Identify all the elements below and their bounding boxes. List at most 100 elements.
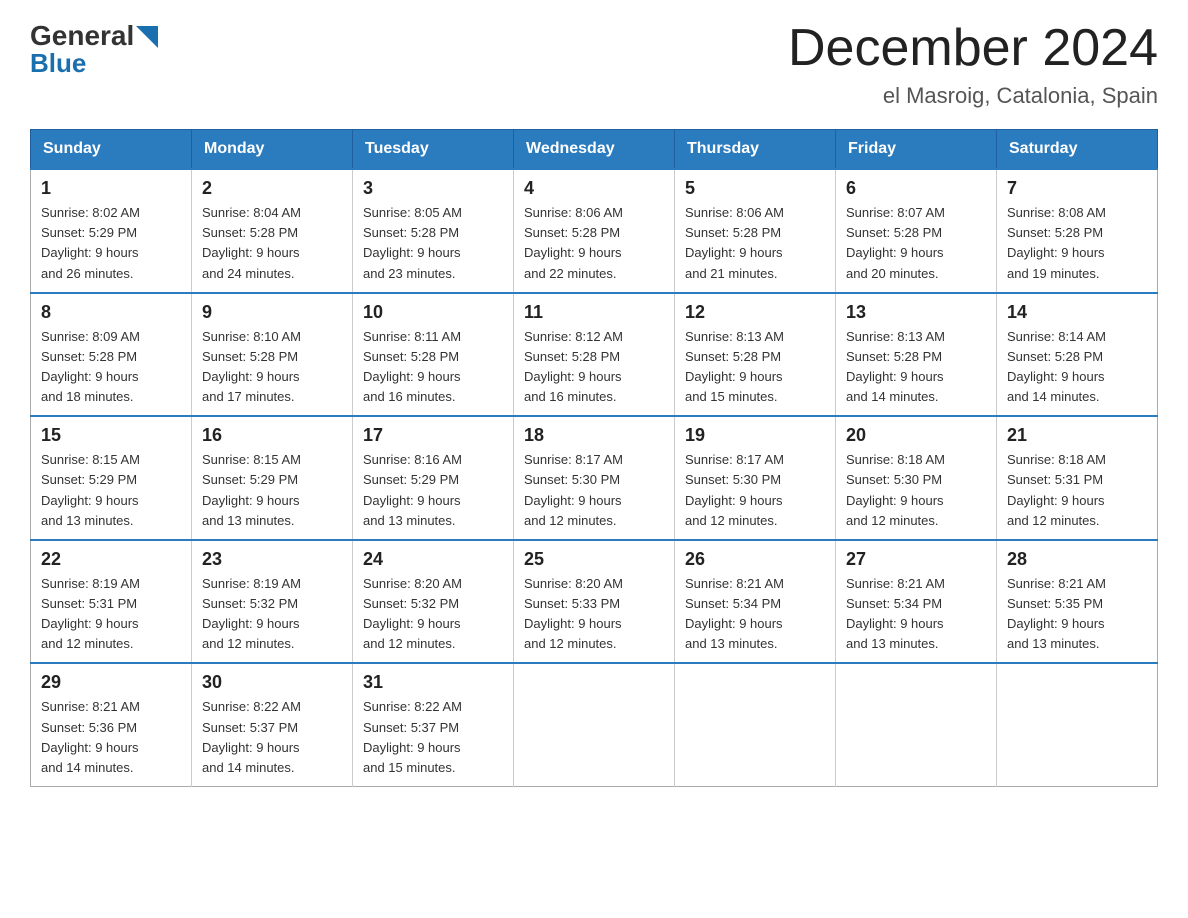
day-info: Sunrise: 8:20 AM Sunset: 5:32 PM Dayligh… (363, 574, 503, 655)
calendar-day-cell: 17 Sunrise: 8:16 AM Sunset: 5:29 PM Dayl… (353, 416, 514, 540)
day-number: 11 (524, 302, 664, 323)
sunset-label: Sunset: 5:29 PM (41, 225, 137, 240)
daylight-minutes: and 12 minutes. (524, 513, 617, 528)
sunrise-label: Sunrise: 8:22 AM (202, 699, 301, 714)
daylight-minutes: and 23 minutes. (363, 266, 456, 281)
sunrise-label: Sunrise: 8:20 AM (524, 576, 623, 591)
sunset-label: Sunset: 5:29 PM (202, 472, 298, 487)
calendar-day-cell: 22 Sunrise: 8:19 AM Sunset: 5:31 PM Dayl… (31, 540, 192, 664)
logo: General Blue (30, 20, 158, 79)
daylight-minutes: and 17 minutes. (202, 389, 295, 404)
daylight-label: Daylight: 9 hours (202, 245, 300, 260)
sunrise-label: Sunrise: 8:19 AM (202, 576, 301, 591)
day-number: 12 (685, 302, 825, 323)
calendar-day-cell: 2 Sunrise: 8:04 AM Sunset: 5:28 PM Dayli… (192, 169, 353, 293)
daylight-minutes: and 14 minutes. (202, 760, 295, 775)
day-info: Sunrise: 8:18 AM Sunset: 5:30 PM Dayligh… (846, 450, 986, 531)
sunset-label: Sunset: 5:32 PM (363, 596, 459, 611)
day-number: 9 (202, 302, 342, 323)
calendar-day-cell (514, 663, 675, 786)
daylight-minutes: and 14 minutes. (846, 389, 939, 404)
sunrise-label: Sunrise: 8:02 AM (41, 205, 140, 220)
day-number: 16 (202, 425, 342, 446)
daylight-minutes: and 13 minutes. (41, 513, 134, 528)
day-info: Sunrise: 8:07 AM Sunset: 5:28 PM Dayligh… (846, 203, 986, 284)
daylight-minutes: and 13 minutes. (685, 636, 778, 651)
sunset-label: Sunset: 5:28 PM (524, 349, 620, 364)
daylight-label: Daylight: 9 hours (846, 493, 944, 508)
daylight-minutes: and 13 minutes. (363, 513, 456, 528)
day-number: 22 (41, 549, 181, 570)
col-saturday: Saturday (997, 130, 1158, 170)
sunset-label: Sunset: 5:37 PM (202, 720, 298, 735)
day-number: 13 (846, 302, 986, 323)
day-number: 2 (202, 178, 342, 199)
daylight-minutes: and 24 minutes. (202, 266, 295, 281)
sunset-label: Sunset: 5:28 PM (41, 349, 137, 364)
daylight-minutes: and 16 minutes. (363, 389, 456, 404)
calendar-day-cell: 31 Sunrise: 8:22 AM Sunset: 5:37 PM Dayl… (353, 663, 514, 786)
sunset-label: Sunset: 5:28 PM (363, 225, 459, 240)
sunset-label: Sunset: 5:31 PM (1007, 472, 1103, 487)
daylight-minutes: and 12 minutes. (1007, 513, 1100, 528)
day-info: Sunrise: 8:21 AM Sunset: 5:34 PM Dayligh… (685, 574, 825, 655)
daylight-label: Daylight: 9 hours (685, 493, 783, 508)
sunset-label: Sunset: 5:28 PM (202, 349, 298, 364)
sunrise-label: Sunrise: 8:13 AM (685, 329, 784, 344)
day-info: Sunrise: 8:05 AM Sunset: 5:28 PM Dayligh… (363, 203, 503, 284)
calendar-day-cell: 6 Sunrise: 8:07 AM Sunset: 5:28 PM Dayli… (836, 169, 997, 293)
day-number: 4 (524, 178, 664, 199)
calendar-table: Sunday Monday Tuesday Wednesday Thursday… (30, 129, 1158, 787)
calendar-day-cell: 24 Sunrise: 8:20 AM Sunset: 5:32 PM Dayl… (353, 540, 514, 664)
col-monday: Monday (192, 130, 353, 170)
day-number: 17 (363, 425, 503, 446)
calendar-day-cell: 10 Sunrise: 8:11 AM Sunset: 5:28 PM Dayl… (353, 293, 514, 417)
day-info: Sunrise: 8:06 AM Sunset: 5:28 PM Dayligh… (685, 203, 825, 284)
daylight-minutes: and 19 minutes. (1007, 266, 1100, 281)
sunrise-label: Sunrise: 8:17 AM (524, 452, 623, 467)
daylight-label: Daylight: 9 hours (363, 740, 461, 755)
day-number: 19 (685, 425, 825, 446)
day-info: Sunrise: 8:21 AM Sunset: 5:36 PM Dayligh… (41, 697, 181, 778)
col-friday: Friday (836, 130, 997, 170)
sunrise-label: Sunrise: 8:21 AM (846, 576, 945, 591)
calendar-day-cell: 20 Sunrise: 8:18 AM Sunset: 5:30 PM Dayl… (836, 416, 997, 540)
page-header: General Blue December 2024 el Masroig, C… (30, 20, 1158, 109)
calendar-day-cell: 21 Sunrise: 8:18 AM Sunset: 5:31 PM Dayl… (997, 416, 1158, 540)
calendar-day-cell: 4 Sunrise: 8:06 AM Sunset: 5:28 PM Dayli… (514, 169, 675, 293)
sunrise-label: Sunrise: 8:15 AM (41, 452, 140, 467)
daylight-label: Daylight: 9 hours (685, 369, 783, 384)
sunset-label: Sunset: 5:36 PM (41, 720, 137, 735)
day-number: 23 (202, 549, 342, 570)
day-number: 5 (685, 178, 825, 199)
sunrise-label: Sunrise: 8:13 AM (846, 329, 945, 344)
day-info: Sunrise: 8:02 AM Sunset: 5:29 PM Dayligh… (41, 203, 181, 284)
daylight-minutes: and 20 minutes. (846, 266, 939, 281)
day-number: 3 (363, 178, 503, 199)
day-number: 28 (1007, 549, 1147, 570)
sunrise-label: Sunrise: 8:04 AM (202, 205, 301, 220)
daylight-minutes: and 12 minutes. (363, 636, 456, 651)
daylight-label: Daylight: 9 hours (202, 616, 300, 631)
calendar-day-cell: 26 Sunrise: 8:21 AM Sunset: 5:34 PM Dayl… (675, 540, 836, 664)
calendar-week-row: 1 Sunrise: 8:02 AM Sunset: 5:29 PM Dayli… (31, 169, 1158, 293)
day-info: Sunrise: 8:09 AM Sunset: 5:28 PM Dayligh… (41, 327, 181, 408)
day-info: Sunrise: 8:13 AM Sunset: 5:28 PM Dayligh… (685, 327, 825, 408)
calendar-day-cell: 1 Sunrise: 8:02 AM Sunset: 5:29 PM Dayli… (31, 169, 192, 293)
calendar-day-cell: 9 Sunrise: 8:10 AM Sunset: 5:28 PM Dayli… (192, 293, 353, 417)
calendar-day-cell: 5 Sunrise: 8:06 AM Sunset: 5:28 PM Dayli… (675, 169, 836, 293)
sunrise-label: Sunrise: 8:06 AM (685, 205, 784, 220)
daylight-minutes: and 16 minutes. (524, 389, 617, 404)
daylight-minutes: and 15 minutes. (685, 389, 778, 404)
daylight-label: Daylight: 9 hours (685, 616, 783, 631)
sunrise-label: Sunrise: 8:21 AM (41, 699, 140, 714)
daylight-label: Daylight: 9 hours (524, 616, 622, 631)
day-info: Sunrise: 8:13 AM Sunset: 5:28 PM Dayligh… (846, 327, 986, 408)
day-info: Sunrise: 8:18 AM Sunset: 5:31 PM Dayligh… (1007, 450, 1147, 531)
daylight-minutes: and 14 minutes. (41, 760, 134, 775)
sunset-label: Sunset: 5:28 PM (363, 349, 459, 364)
daylight-label: Daylight: 9 hours (41, 740, 139, 755)
sunset-label: Sunset: 5:28 PM (1007, 349, 1103, 364)
calendar-day-cell: 19 Sunrise: 8:17 AM Sunset: 5:30 PM Dayl… (675, 416, 836, 540)
sunset-label: Sunset: 5:37 PM (363, 720, 459, 735)
